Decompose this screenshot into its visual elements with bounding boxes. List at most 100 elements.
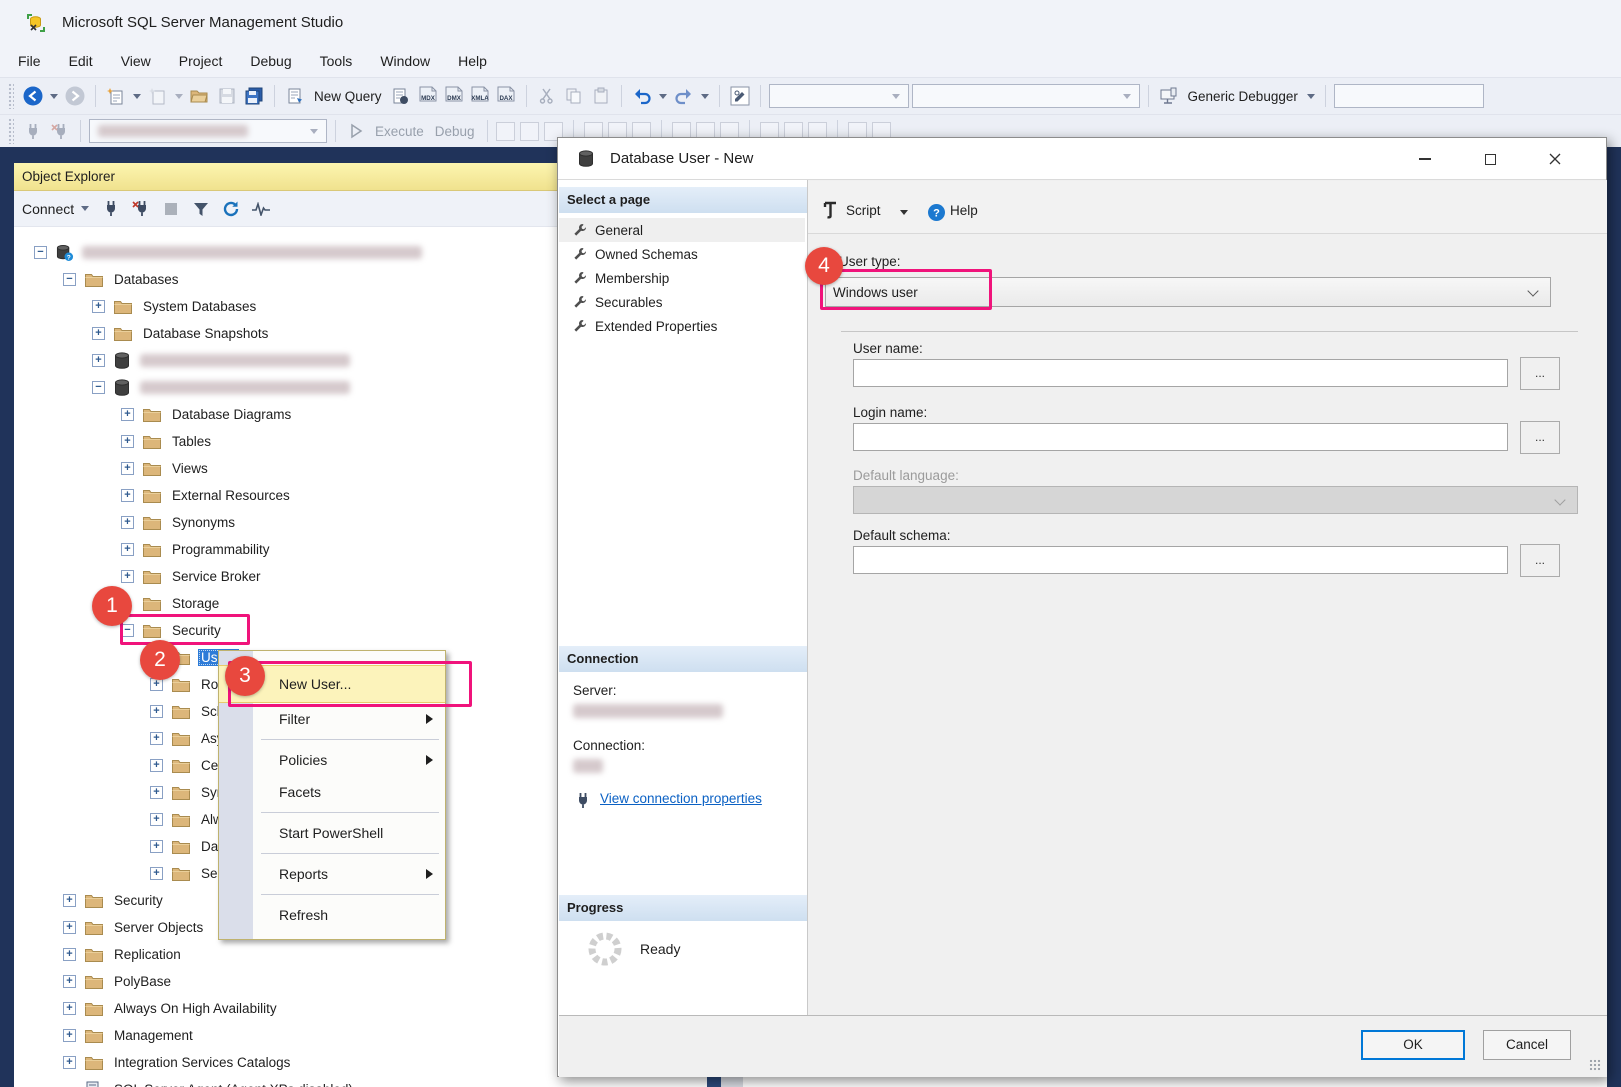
tree-item-external-resources[interactable]: +External Resources	[14, 482, 557, 509]
toolbar-combo-1[interactable]	[769, 84, 909, 108]
tree-item-tables[interactable]: +Tables	[14, 428, 557, 455]
menu-help[interactable]: Help	[444, 45, 501, 77]
tree-item-database-snapshots[interactable]: +Database Snapshots	[14, 320, 557, 347]
change-connection-icon[interactable]	[48, 119, 72, 143]
execute-play-icon[interactable]	[344, 119, 368, 143]
close-button[interactable]	[1538, 146, 1572, 172]
dmx-query-button[interactable]: DMX	[442, 84, 466, 108]
tree-item-management[interactable]: +Management	[14, 1022, 557, 1049]
new-query-file-icon[interactable]	[104, 84, 128, 108]
save-all-icon[interactable]	[242, 84, 266, 108]
tree-item-sql-server-agent-agent-xps-disabled-[interactable]: SQL Server Agent (Agent XPs disabled)	[14, 1076, 557, 1087]
refresh-icon[interactable]	[220, 198, 241, 219]
mdx-query-button[interactable]: MDX	[416, 84, 440, 108]
new-query-button[interactable]: New Query	[314, 89, 382, 104]
context-menu-policies[interactable]: Policies	[219, 744, 445, 776]
login-name-browse-button[interactable]: ...	[1520, 421, 1560, 454]
expand-icon[interactable]: +	[150, 732, 163, 745]
collapse-icon[interactable]: −	[63, 273, 76, 286]
expand-icon[interactable]: +	[121, 543, 134, 556]
connect-db-icon[interactable]	[21, 119, 45, 143]
expand-icon[interactable]: +	[121, 570, 134, 583]
connect-dropdown-button[interactable]: Connect	[22, 201, 91, 217]
maximize-button[interactable]	[1473, 146, 1507, 172]
new-file-dropdown-icon[interactable]	[133, 94, 141, 99]
xmla-query-button[interactable]: XMLA	[468, 84, 492, 108]
toolbar-grip-2[interactable]	[8, 118, 14, 144]
login-name-input[interactable]	[853, 423, 1508, 451]
toolbar-combo-2[interactable]	[912, 84, 1140, 108]
editor-tool-icon[interactable]	[496, 122, 515, 141]
tree-item-replication[interactable]: +Replication	[14, 941, 557, 968]
expand-icon[interactable]: +	[63, 1002, 76, 1015]
back-dropdown-icon[interactable]	[50, 94, 58, 99]
expand-icon[interactable]: +	[63, 975, 76, 988]
tree-item-always-on-high-availability[interactable]: +Always On High Availability	[14, 995, 557, 1022]
tree-item-integration-services-catalogs[interactable]: +Integration Services Catalogs	[14, 1049, 557, 1076]
expand-icon[interactable]: +	[121, 462, 134, 475]
editor-tool-icon[interactable]	[520, 122, 539, 141]
page-extended-properties[interactable]: Extended Properties	[559, 314, 805, 338]
context-menu-facets[interactable]: Facets	[219, 776, 445, 808]
undo-icon[interactable]	[630, 84, 654, 108]
expand-icon[interactable]: +	[150, 867, 163, 880]
expand-icon[interactable]: +	[63, 1056, 76, 1069]
menu-view[interactable]: View	[107, 45, 165, 77]
context-menu-reports[interactable]: Reports	[219, 858, 445, 890]
help-button[interactable]: Help	[950, 203, 978, 218]
undo-dropdown-icon[interactable]	[659, 94, 667, 99]
redo-dropdown-icon[interactable]	[701, 94, 709, 99]
analysis-query-icon[interactable]	[389, 84, 413, 108]
save-icon[interactable]	[215, 84, 239, 108]
expand-icon[interactable]: +	[150, 813, 163, 826]
collapse-icon[interactable]: −	[92, 381, 105, 394]
script-icon[interactable]	[818, 198, 842, 222]
collapse-icon[interactable]: −	[34, 246, 47, 259]
new-query-icon[interactable]	[283, 84, 307, 108]
menu-tools[interactable]: Tools	[306, 45, 367, 77]
script-button[interactable]: Script	[846, 203, 881, 218]
debugger-dropdown-icon[interactable]	[1307, 94, 1315, 99]
execute-button[interactable]: Execute	[375, 124, 424, 139]
tree-item-views[interactable]: +Views	[14, 455, 557, 482]
context-menu-filter[interactable]: Filter	[219, 703, 445, 735]
object-explorer-header[interactable]: Object Explorer	[14, 163, 557, 191]
filter-icon[interactable]	[190, 198, 211, 219]
expand-icon[interactable]: +	[63, 921, 76, 934]
tree-item-polybase[interactable]: +PolyBase	[14, 968, 557, 995]
expand-icon[interactable]: +	[150, 786, 163, 799]
tree-item-databases[interactable]: −Databases	[14, 266, 557, 293]
menu-window[interactable]: Window	[366, 45, 444, 77]
toolbar-grip[interactable]	[8, 83, 14, 109]
tree-item-programmability[interactable]: +Programmability	[14, 536, 557, 563]
script-dropdown-icon[interactable]	[900, 210, 908, 215]
tree-item-blurred-4[interactable]: +	[14, 347, 557, 374]
expand-icon[interactable]: +	[121, 408, 134, 421]
open-file-icon[interactable]	[188, 84, 212, 108]
page-securables[interactable]: Securables	[559, 290, 805, 314]
add-item-dropdown-icon[interactable]	[175, 94, 183, 99]
navigate-forward-icon[interactable]	[63, 84, 87, 108]
context-menu-refresh[interactable]: Refresh	[219, 899, 445, 931]
cancel-button[interactable]: Cancel	[1483, 1030, 1571, 1060]
debugger-monitor-icon[interactable]	[1157, 84, 1181, 108]
expand-icon[interactable]: +	[121, 489, 134, 502]
expand-icon[interactable]: +	[150, 840, 163, 853]
tree-item-blurred-5[interactable]: −	[14, 374, 557, 401]
copy-icon[interactable]	[562, 84, 586, 108]
expand-icon[interactable]: +	[121, 516, 134, 529]
add-item-icon[interactable]	[146, 84, 170, 108]
ok-button[interactable]: OK	[1361, 1030, 1465, 1060]
expand-icon[interactable]: +	[63, 894, 76, 907]
default-schema-browse-button[interactable]: ...	[1520, 544, 1560, 577]
default-schema-input[interactable]	[853, 546, 1508, 574]
activity-monitor-icon[interactable]	[250, 198, 271, 219]
generic-debugger-button[interactable]: Generic Debugger	[1188, 89, 1298, 104]
tree-item-service-broker[interactable]: +Service Broker	[14, 563, 557, 590]
page-owned-schemas[interactable]: Owned Schemas	[559, 242, 805, 266]
stop-icon[interactable]	[160, 198, 181, 219]
expand-icon[interactable]: +	[150, 705, 163, 718]
user-name-browse-button[interactable]: ...	[1520, 357, 1560, 390]
menu-file[interactable]: File	[4, 45, 55, 77]
minimize-button[interactable]	[1408, 146, 1442, 172]
